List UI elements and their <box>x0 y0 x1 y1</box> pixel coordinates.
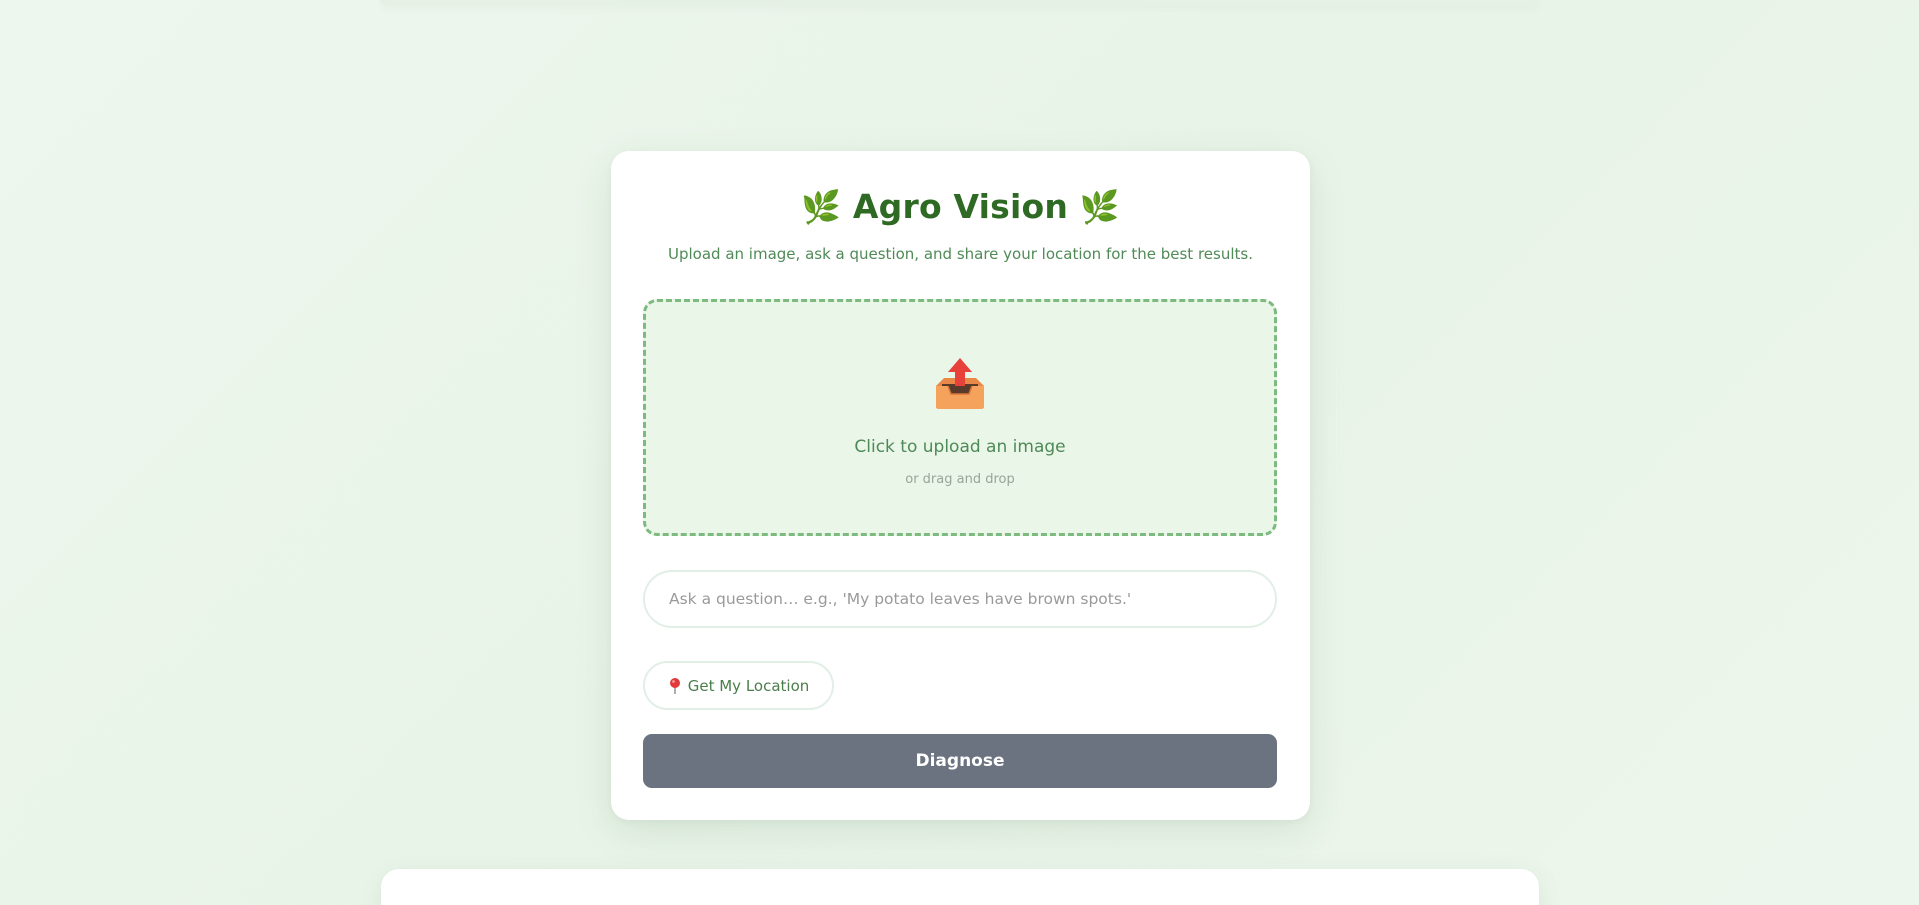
get-location-label: Get My Location <box>687 676 810 695</box>
page-subtitle: Upload an image, ask a question, and sha… <box>668 245 1253 263</box>
diagnose-button[interactable]: Diagnose <box>643 734 1277 788</box>
upload-hint: or drag and drop <box>905 472 1015 487</box>
herb-icon: 🌿 <box>1079 188 1120 226</box>
get-location-button[interactable]: Get My Location <box>643 661 834 710</box>
map-pin-icon <box>669 677 680 694</box>
question-input[interactable] <box>643 570 1277 628</box>
image-upload-dropzone[interactable]: Click to upload an image or drag and dro… <box>643 299 1277 536</box>
page-title: 🌿 Agro Vision 🌿 <box>611 187 1310 226</box>
app-title: Agro Vision <box>852 187 1069 226</box>
inbox-tray-upload-icon <box>936 358 984 409</box>
main-card: 🌿 Agro Vision 🌿 Upload an image, ask a q… <box>611 151 1310 820</box>
results-card <box>381 869 1539 905</box>
herb-icon: 🌿 <box>801 188 842 226</box>
top-header-strip <box>380 0 1540 6</box>
upload-instruction: Click to upload an image <box>854 437 1066 457</box>
